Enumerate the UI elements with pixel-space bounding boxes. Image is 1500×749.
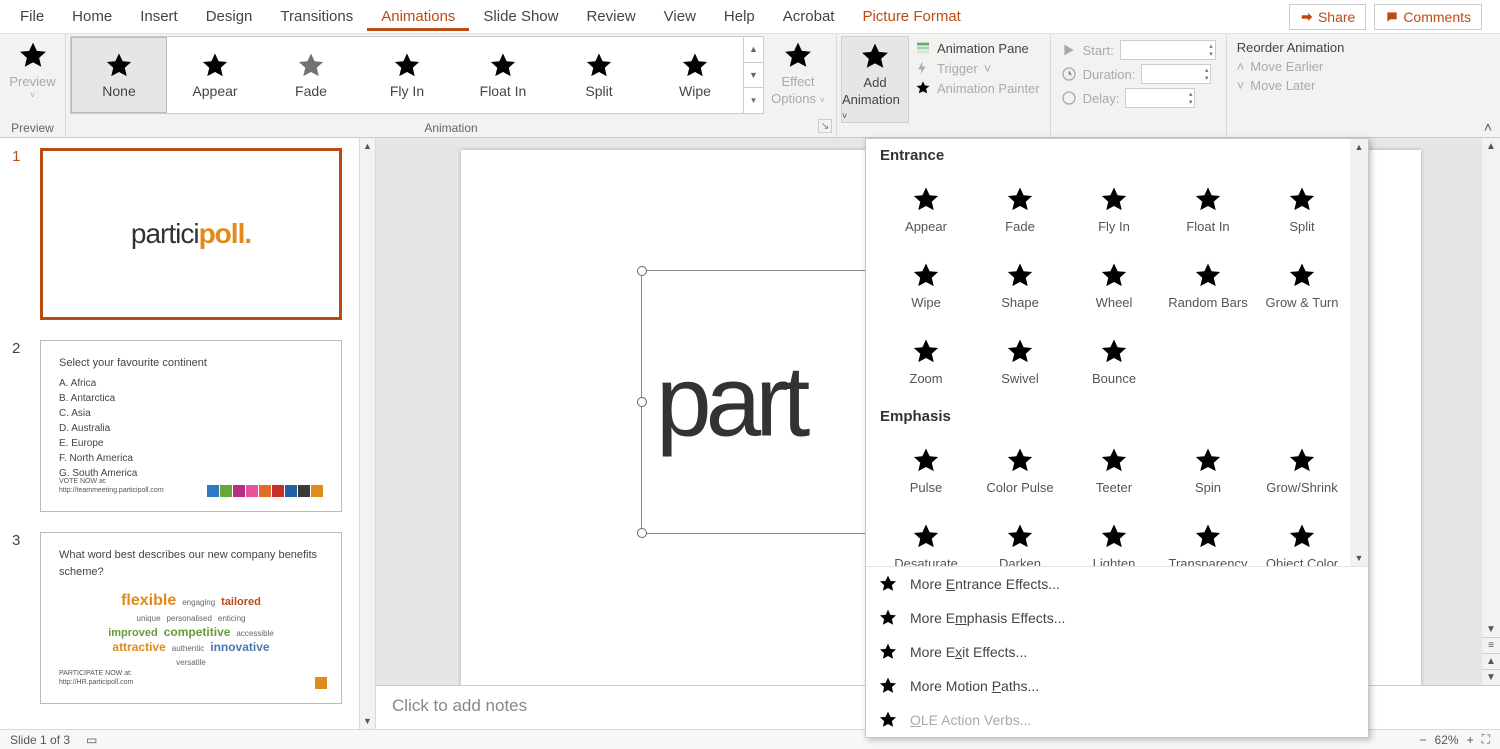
timing-duration[interactable]: Duration:▴▾ (1061, 64, 1216, 84)
more-more-exit-effects-[interactable]: More Exit Effects... (866, 635, 1368, 669)
animation-gallery[interactable]: None Appear Fade Fly In Float In Split W… (70, 36, 764, 114)
dropdown-scrollbar[interactable]: ▲▼ (1350, 139, 1368, 566)
emphasis-section-title: Emphasis (880, 408, 1360, 425)
slide-thumbnail-3[interactable]: What word best describes our new company… (40, 532, 342, 704)
entrance-appear[interactable]: Appear (880, 172, 972, 246)
entrance-section-title: Entrance (880, 147, 1360, 164)
emphasis-lighten[interactable]: Lighten (1068, 509, 1160, 566)
collapse-ribbon-button[interactable]: ˄ (1484, 119, 1492, 135)
menu-transitions[interactable]: Transitions (266, 2, 367, 31)
slide2-option: E. Europe (59, 436, 323, 451)
anim-appear[interactable]: Appear (167, 37, 263, 113)
slide-thumbnail-panel: 1 participoll. 2 Select your favourite c… (0, 138, 376, 729)
move-earlier-button[interactable]: ˄ Move Earlier (1237, 59, 1345, 74)
thumbnail-scrollbar[interactable]: ▲▼ (359, 138, 375, 729)
anim-none[interactable]: None (71, 37, 167, 113)
emphasis-darken[interactable]: Darken (974, 509, 1066, 566)
zoom-level[interactable]: 62% (1435, 733, 1459, 747)
slide-thumbnail-1[interactable]: participoll. (40, 148, 342, 320)
menu-slideshow[interactable]: Slide Show (469, 2, 572, 31)
logo-text: part (656, 345, 804, 460)
animation-painter-button[interactable]: Animation Painter (915, 80, 1040, 96)
more-ole-action-verbs-: OLE Action Verbs... (866, 703, 1368, 737)
emphasis-color-pulse[interactable]: Color Pulse (974, 433, 1066, 507)
menu-acrobat[interactable]: Acrobat (769, 2, 849, 31)
animation-pane-button[interactable]: Animation Pane (915, 40, 1040, 56)
entrance-bounce[interactable]: Bounce (1068, 324, 1160, 398)
entrance-wheel[interactable]: Wheel (1068, 248, 1160, 322)
emphasis-transparency[interactable]: Transparency (1162, 509, 1254, 566)
resize-handle[interactable] (637, 397, 647, 407)
entrance-zoom[interactable]: Zoom (880, 324, 972, 398)
thumb-number-2: 2 (12, 340, 30, 512)
menu-picture-format[interactable]: Picture Format (848, 2, 974, 31)
slide-thumbnail-2[interactable]: Select your favourite continent A. Afric… (40, 340, 342, 512)
add-animation-dropdown: Entrance AppearFadeFly InFloat InSplit Wi… (865, 138, 1369, 738)
entrance-split[interactable]: Split (1256, 172, 1348, 246)
effect-options-button[interactable]: Effect Options ˅ (764, 36, 832, 106)
more-more-entrance-effects-[interactable]: More Entrance Effects... (866, 567, 1368, 601)
entrance-shape[interactable]: Shape (974, 248, 1066, 322)
more-more-motion-paths-[interactable]: More Motion Paths... (866, 669, 1368, 703)
anim-fade[interactable]: Fade (263, 37, 359, 113)
add-animation-button[interactable]: Add Animation ˅ (841, 36, 909, 123)
timing-start[interactable]: Start:▴▾ (1061, 40, 1216, 60)
slide2-option: F. North America (59, 451, 323, 466)
slide2-option: D. Australia (59, 421, 323, 436)
entrance-wipe[interactable]: Wipe (880, 248, 972, 322)
share-button[interactable]: Share (1289, 4, 1366, 30)
preview-group-label: Preview (4, 121, 61, 137)
menu-help[interactable]: Help (710, 2, 769, 31)
fit-window[interactable]: ⛶ (1482, 732, 1490, 747)
editor-scrollbar[interactable]: ▲▼ ≡▲▼ (1482, 138, 1500, 685)
anim-flyin[interactable]: Fly In (359, 37, 455, 113)
slide2-option: A. Africa (59, 376, 323, 391)
entrance-fly-in[interactable]: Fly In (1068, 172, 1160, 246)
move-later-button[interactable]: ˅ Move Later (1237, 78, 1345, 93)
anim-floatin[interactable]: Float In (455, 37, 551, 113)
slide-indicator: Slide 1 of 3 (10, 733, 70, 747)
menu-view[interactable]: View (650, 2, 710, 31)
advanced-group-label (841, 123, 1046, 139)
emphasis-teeter[interactable]: Teeter (1068, 433, 1160, 507)
reorder-title: Reorder Animation (1237, 40, 1345, 55)
thumb-number-3: 3 (12, 532, 30, 704)
entrance-float-in[interactable]: Float In (1162, 172, 1254, 246)
slide2-option: B. Antarctica (59, 391, 323, 406)
slide2-option: C. Asia (59, 406, 323, 421)
preview-button[interactable]: Preview˅ (4, 36, 61, 99)
menu-file[interactable]: File (6, 2, 58, 31)
zoom-in[interactable]: + (1467, 733, 1474, 747)
menu-insert[interactable]: Insert (126, 2, 192, 31)
menu-design[interactable]: Design (192, 2, 267, 31)
menu-review[interactable]: Review (572, 2, 649, 31)
comments-button[interactable]: Comments (1374, 4, 1482, 30)
entrance-swivel[interactable]: Swivel (974, 324, 1066, 398)
animation-group-label: Animation (70, 121, 832, 137)
entrance-random-bars[interactable]: Random Bars (1162, 248, 1254, 322)
timing-delay[interactable]: Delay:▴▾ (1061, 88, 1216, 108)
anim-split[interactable]: Split (551, 37, 647, 113)
entrance-grow-turn[interactable]: Grow & Turn (1256, 248, 1348, 322)
accessibility-icon[interactable]: ▭ (86, 733, 97, 747)
emphasis-desaturate[interactable]: Desaturate (880, 509, 972, 566)
emphasis-pulse[interactable]: Pulse (880, 433, 972, 507)
menu-animations[interactable]: Animations (367, 2, 469, 31)
ribbon: Preview˅ Preview None Appear Fade Fly In… (0, 34, 1500, 138)
anim-wipe[interactable]: Wipe (647, 37, 743, 113)
emphasis-object-color[interactable]: Object Color (1256, 509, 1348, 566)
thumb-number-1: 1 (12, 148, 30, 320)
animation-dialog-launcher[interactable]: ↘ (818, 119, 832, 133)
zoom-out[interactable]: − (1420, 733, 1427, 747)
emphasis-spin[interactable]: Spin (1162, 433, 1254, 507)
resize-handle[interactable] (637, 528, 647, 538)
menu-bar: File Home Insert Design Transitions Anim… (0, 0, 1500, 34)
entrance-fade[interactable]: Fade (974, 172, 1066, 246)
menu-home[interactable]: Home (58, 2, 126, 31)
trigger-button[interactable]: Trigger ˅ (915, 60, 1040, 76)
gallery-more-button[interactable]: ▲▼▾ (743, 37, 763, 113)
more-more-emphasis-effects-[interactable]: More Emphasis Effects... (866, 601, 1368, 635)
emphasis-grow-shrink[interactable]: Grow/Shrink (1256, 433, 1348, 507)
resize-handle[interactable] (637, 266, 647, 276)
